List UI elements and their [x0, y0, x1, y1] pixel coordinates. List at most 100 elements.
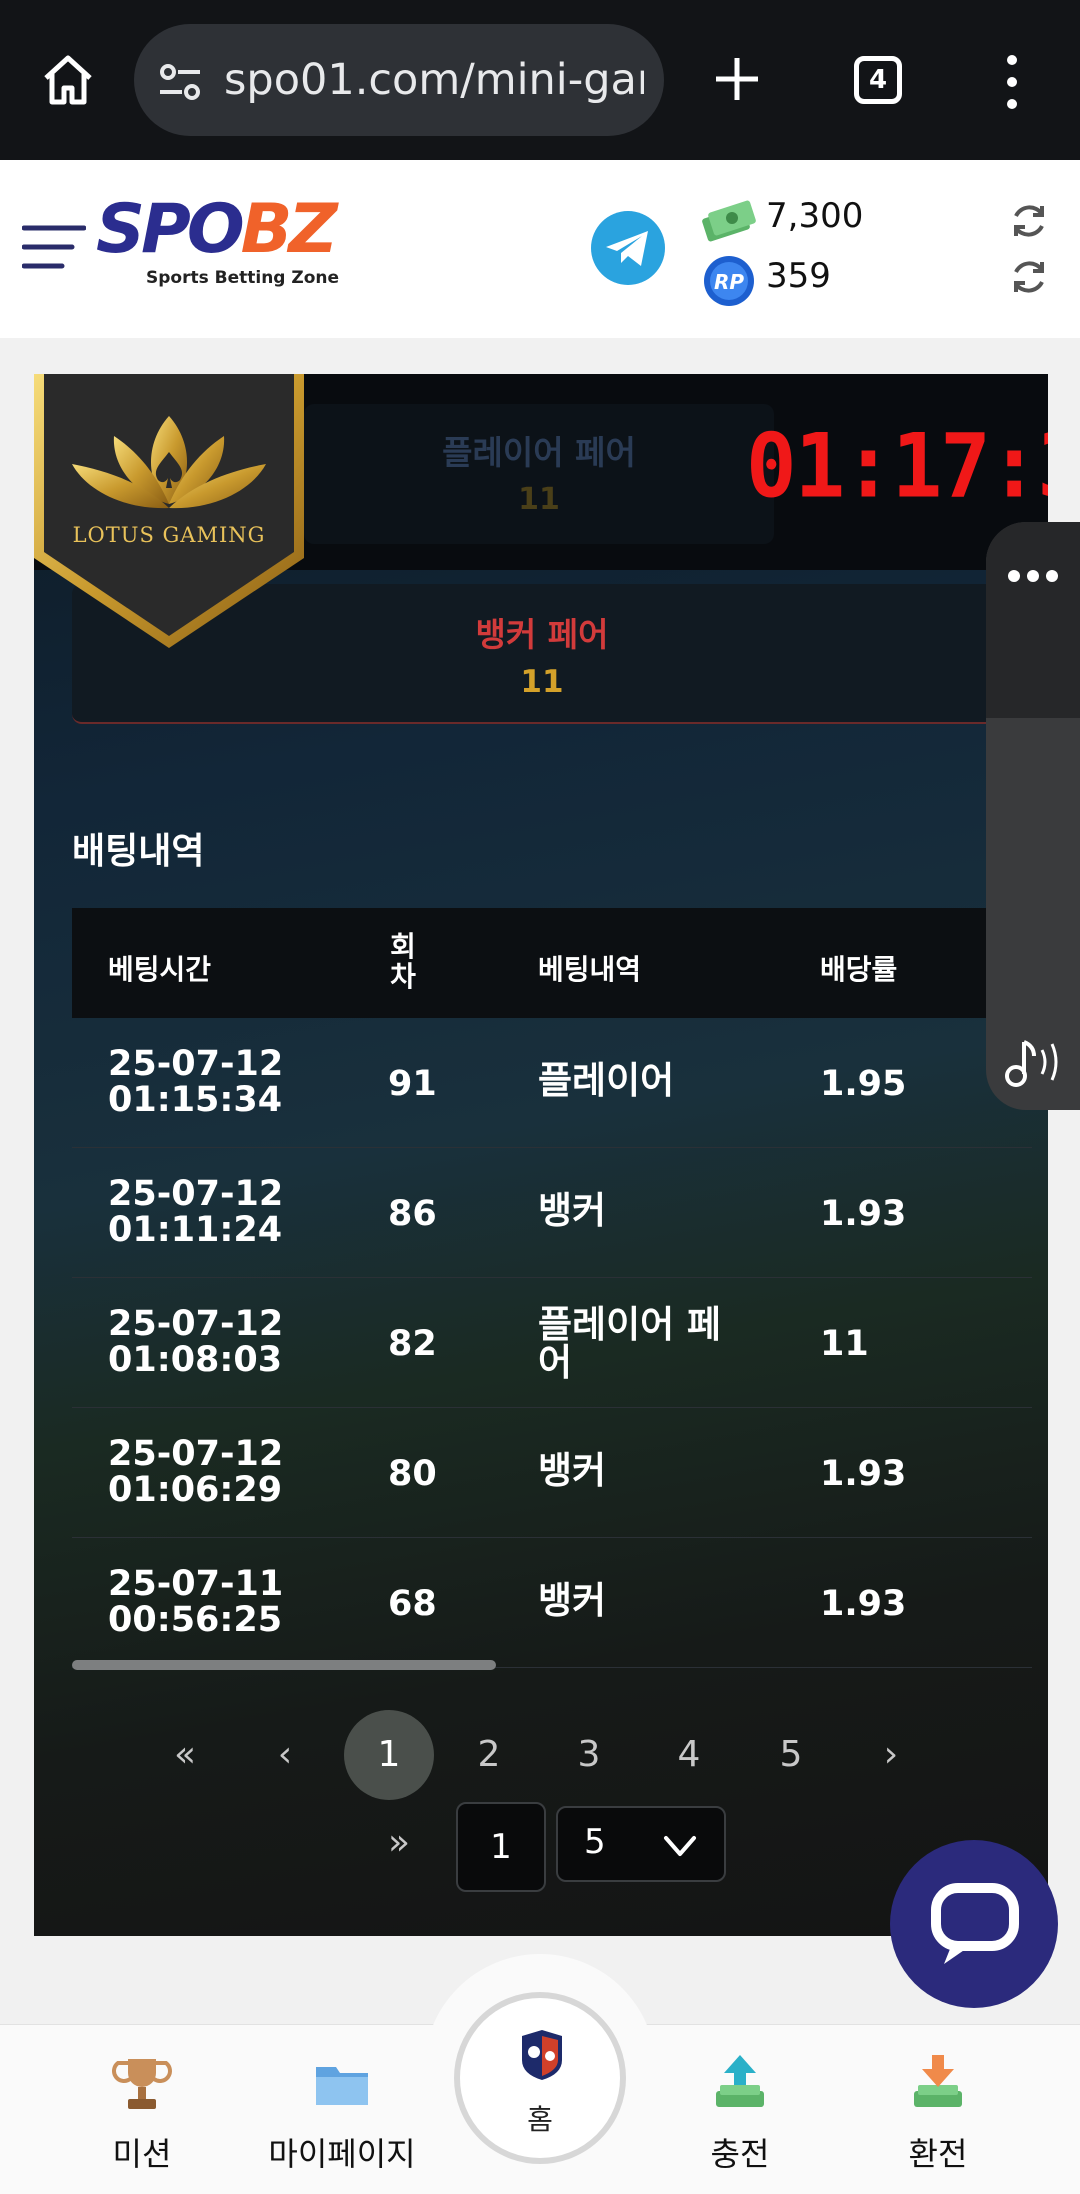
- browser-toolbar: spo01.com/mini-gam 4: [0, 0, 1080, 160]
- new-tab-icon[interactable]: [712, 54, 762, 104]
- trophy-icon: [112, 2059, 172, 2109]
- row-bet: 플레이어: [538, 1059, 675, 1102]
- hamburger-menu-icon[interactable]: [22, 222, 86, 272]
- page-2-button[interactable]: 2: [444, 1710, 534, 1800]
- nav-mission[interactable]: 미션: [62, 2051, 222, 2175]
- nav-home[interactable]: 홈: [424, 1954, 656, 2194]
- telegram-icon[interactable]: [590, 210, 666, 286]
- column-header-bet: 베팅내역: [538, 953, 642, 986]
- chat-button[interactable]: [890, 1840, 1058, 2008]
- next-page-button[interactable]: ›: [846, 1710, 936, 1800]
- url-text[interactable]: spo01.com/mini-gam: [224, 50, 644, 110]
- round-timer: 01:17:37: [746, 414, 1048, 518]
- row-odds: 1.95: [820, 1064, 907, 1104]
- pagination-controls: » 1 5: [34, 1788, 1048, 1898]
- nav-home-label: 홈: [527, 2103, 553, 2136]
- row-time: 01:15:34: [108, 1080, 283, 1120]
- row-round: 68: [388, 1584, 437, 1624]
- player-pair-label: 플레이어 페어: [442, 433, 636, 472]
- nav-withdraw[interactable]: 환전: [858, 2051, 1018, 2175]
- row-datetime: 25-07-12 01:06:29: [108, 1436, 283, 1508]
- table-horizontal-scrollbar[interactable]: [72, 1660, 496, 1670]
- row-time: 01:06:29: [108, 1470, 283, 1510]
- row-odds: 1.93: [820, 1454, 907, 1494]
- row-datetime: 25-07-12 01:11:24: [108, 1176, 283, 1248]
- row-date: 25-07-12: [108, 1044, 284, 1084]
- last-page-button[interactable]: »: [354, 1798, 444, 1888]
- address-bar[interactable]: spo01.com/mini-gam: [134, 24, 664, 136]
- chat-bubble-icon: [931, 1883, 1019, 1964]
- row-bet: 뱅커: [538, 1449, 607, 1492]
- more-options-icon[interactable]: [1006, 566, 1060, 586]
- nav-mypage-label: 마이페이지: [268, 2135, 416, 2173]
- site-logo[interactable]: SPOBZ Sports Betting Zone: [96, 196, 366, 300]
- row-time: 00:56:25: [108, 1600, 283, 1640]
- bet-history-title: 배팅내역: [72, 831, 205, 872]
- page-number-input[interactable]: 1: [456, 1802, 546, 1892]
- refresh-rp-icon[interactable]: [1008, 256, 1050, 298]
- nav-withdraw-label: 환전: [908, 2135, 968, 2173]
- row-odds: 1.93: [820, 1584, 907, 1624]
- row-datetime: 25-07-12 01:15:34: [108, 1046, 283, 1118]
- row-datetime: 25-07-11 00:56:25: [108, 1566, 283, 1638]
- tab-switcher-button[interactable]: 4: [854, 56, 902, 104]
- home-button[interactable]: 홈: [454, 1992, 626, 2164]
- row-date: 25-07-12: [108, 1304, 284, 1344]
- withdraw-icon: [914, 2055, 962, 2107]
- page-5-button[interactable]: 5: [746, 1710, 836, 1800]
- site-settings-icon[interactable]: [158, 62, 202, 102]
- prev-page-button[interactable]: ‹: [240, 1710, 330, 1800]
- table-row: 25-07-12 01:15:34 91 플레이어 1.95: [72, 1018, 1032, 1148]
- home-game-icon: [522, 2030, 562, 2080]
- refresh-cash-icon[interactable]: [1008, 200, 1050, 242]
- side-panel-top: [986, 522, 1080, 718]
- nav-mypage[interactable]: 마이페이지: [262, 2051, 422, 2175]
- player-pair-odds: 11: [518, 482, 560, 517]
- row-round: 91: [388, 1064, 437, 1104]
- column-header-round: 회차: [390, 930, 416, 993]
- page-size-select[interactable]: 5: [556, 1806, 726, 1882]
- chevron-down-icon: [664, 1836, 696, 1856]
- banker-pair-odds: 11: [520, 664, 564, 700]
- row-round: 82: [388, 1324, 437, 1364]
- row-date: 25-07-12: [108, 1434, 284, 1474]
- row-odds: 11: [820, 1324, 869, 1364]
- more-menu-icon[interactable]: [998, 54, 1026, 110]
- bet-history-table-header: 베팅시간 회차 베팅내역 배당률: [72, 908, 1032, 1018]
- home-icon[interactable]: [38, 50, 98, 110]
- logo-spo: SPO: [96, 190, 245, 269]
- page-4-button[interactable]: 4: [644, 1710, 734, 1800]
- cash-icon: [702, 200, 756, 242]
- row-bet: 뱅커: [538, 1579, 607, 1622]
- site-header: SPOBZ Sports Betting Zone RP 7,300 359: [0, 160, 1080, 338]
- table-row: 25-07-12 01:11:24 86 뱅커 1.93: [72, 1148, 1032, 1278]
- row-time: 01:08:03: [108, 1340, 283, 1380]
- floating-side-panel[interactable]: [986, 522, 1080, 1110]
- rp-balance: 359: [766, 256, 831, 296]
- logo-bz: BZ: [240, 190, 338, 269]
- player-pair-option[interactable]: 플레이어 페어 11: [304, 404, 774, 544]
- page-3-button[interactable]: 3: [544, 1710, 634, 1800]
- page-size-value: 5: [584, 1822, 606, 1862]
- row-odds: 1.93: [820, 1194, 907, 1234]
- rp-point-icon: RP: [704, 256, 754, 306]
- row-date: 25-07-11: [108, 1564, 284, 1604]
- sound-icon[interactable]: [1000, 1034, 1066, 1090]
- folder-icon: [316, 2067, 368, 2105]
- table-row: 25-07-11 00:56:25 68 뱅커 1.93: [72, 1538, 1032, 1668]
- page-1-button[interactable]: 1: [344, 1710, 434, 1800]
- row-round: 86: [388, 1194, 437, 1234]
- row-bet: 플레이어 페어: [538, 1303, 722, 1384]
- rp-badge-text: RP: [714, 270, 744, 294]
- cash-balance: 7,300: [766, 196, 864, 236]
- table-row: 25-07-12 01:08:03 82 플레이어 페어 11: [72, 1278, 1032, 1408]
- deposit-icon: [716, 2055, 764, 2107]
- row-round: 80: [388, 1454, 437, 1494]
- lotus-gaming-logo: LOTUS GAMING: [34, 374, 304, 648]
- row-time: 01:11:24: [108, 1210, 283, 1250]
- row-bet: 뱅커: [538, 1189, 607, 1232]
- column-header-time: 베팅시간: [108, 953, 212, 986]
- game-panel: 플레이어 페어 11 01:17:37 뱅커 페어 11 LOTUS GAMIN…: [34, 374, 1048, 1936]
- nav-deposit[interactable]: 충전: [660, 2051, 820, 2175]
- first-page-button[interactable]: «: [140, 1710, 230, 1800]
